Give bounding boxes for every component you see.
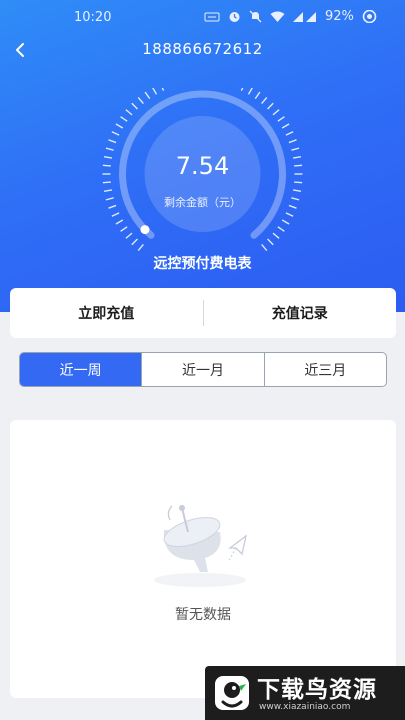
gauge-tick bbox=[272, 109, 280, 116]
tab-last-month[interactable]: 近一月 bbox=[141, 353, 263, 386]
meter-title: 远控预付费电表 bbox=[153, 256, 252, 272]
gauge-tick bbox=[277, 116, 285, 122]
data-card: 暂无数据 bbox=[10, 420, 396, 698]
gauge-tick bbox=[102, 181, 111, 184]
balance-value: 7.54 bbox=[175, 152, 230, 180]
gauge-tick bbox=[152, 88, 158, 95]
tab-last-three-months[interactable]: 近三月 bbox=[263, 353, 386, 386]
eye-icon bbox=[362, 10, 377, 23]
satellite-dish-icon bbox=[154, 505, 248, 587]
gauge-tick bbox=[115, 219, 124, 225]
gauge-tick bbox=[125, 232, 133, 239]
balance-label: 剩余金额（元） bbox=[164, 196, 241, 209]
gauge-tick bbox=[285, 131, 294, 136]
gauge-tick bbox=[120, 116, 128, 122]
gauge-tick bbox=[137, 96, 144, 104]
status-time: 10:20 bbox=[74, 10, 112, 25]
gauge-tick bbox=[120, 226, 128, 232]
alarm-icon bbox=[229, 12, 240, 22]
status-icons: 92% bbox=[204, 9, 377, 24]
gauge-tick bbox=[254, 91, 261, 100]
recharge-records-button[interactable]: 充值记录 bbox=[204, 303, 397, 323]
gauge-tick bbox=[261, 244, 268, 252]
gauge-tick bbox=[288, 139, 297, 144]
gauge-tick bbox=[261, 96, 268, 104]
gauge-tick bbox=[103, 189, 113, 193]
network-speed-icon bbox=[204, 12, 220, 21]
gauge-tick bbox=[292, 189, 302, 193]
page-title: 188866672612 bbox=[142, 40, 263, 58]
tab-last-week[interactable]: 近一周 bbox=[20, 353, 142, 386]
period-tabs: 近一周 近一月 近三月 bbox=[19, 352, 387, 387]
gauge-tick bbox=[131, 102, 138, 110]
action-card: 立即充值 充值记录 bbox=[10, 288, 396, 338]
watermark-url: www.xiazainiao.com bbox=[259, 702, 351, 712]
gauge-tick bbox=[294, 181, 303, 184]
gauge-tick bbox=[240, 88, 244, 91]
gauge-tick bbox=[272, 232, 280, 239]
gauge-tick bbox=[131, 238, 138, 246]
recharge-now-button[interactable]: 立即充值 bbox=[10, 303, 203, 323]
gauge-tick bbox=[247, 88, 253, 95]
empty-state-text: 暂无数据 bbox=[175, 607, 231, 623]
watermark-title: 下载鸟资源 bbox=[257, 677, 377, 703]
gauge-tick bbox=[105, 147, 114, 151]
gauge-tick bbox=[291, 147, 300, 151]
gauge-tick bbox=[137, 244, 144, 252]
mute-icon bbox=[249, 10, 262, 23]
gauge-tick bbox=[277, 226, 285, 232]
bird-logo-icon bbox=[215, 676, 249, 710]
gauge-tick bbox=[285, 212, 294, 217]
gauge-tick bbox=[111, 131, 120, 136]
gauge-tick bbox=[161, 88, 165, 91]
gauge-tick bbox=[281, 123, 290, 129]
gauge-tick bbox=[115, 123, 124, 129]
battery-percent: 92% bbox=[325, 9, 354, 24]
gauge-indicator-dot bbox=[140, 225, 150, 235]
gauge-tick bbox=[281, 219, 290, 225]
gauge-tick bbox=[125, 109, 133, 116]
gauge-tick bbox=[111, 212, 120, 217]
gauge-tick bbox=[108, 139, 117, 144]
gauge-tick bbox=[267, 102, 274, 110]
gauge-tick bbox=[144, 91, 151, 100]
gauge-tick bbox=[267, 238, 274, 246]
watermark-banner: 下载鸟资源 www.xiazainiao.com bbox=[205, 666, 405, 720]
status-bar: 10:20 92% bbox=[0, 0, 405, 36]
signal-icon bbox=[293, 11, 316, 22]
wifi-icon bbox=[270, 11, 285, 22]
